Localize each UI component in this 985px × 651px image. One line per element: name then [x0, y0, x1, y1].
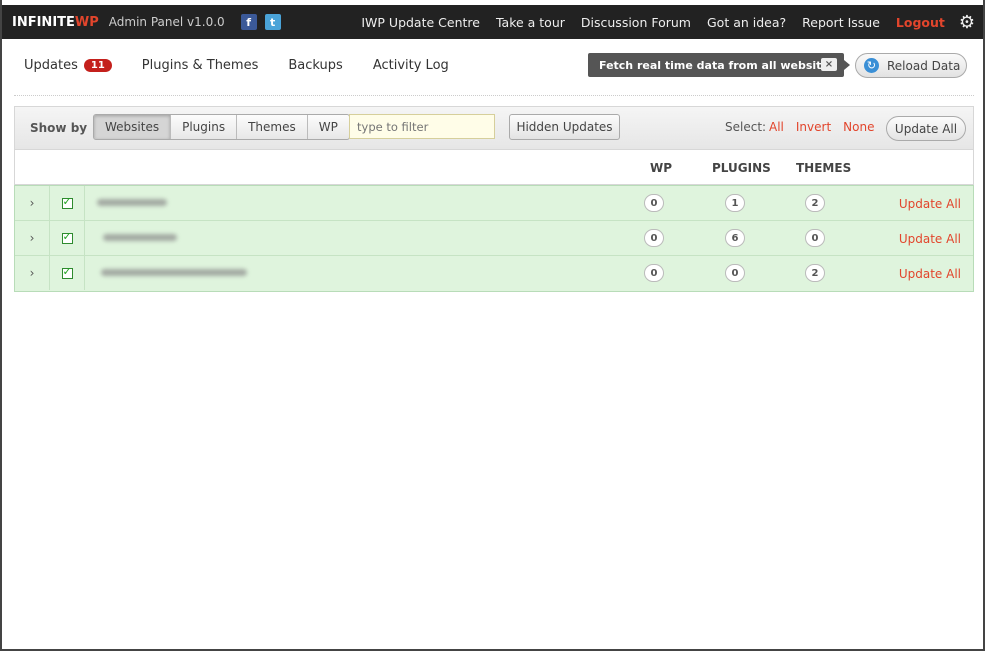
admin-panel-version: Admin Panel v1.0.0 [108, 15, 225, 29]
hidden-updates-button[interactable]: Hidden Updates [509, 114, 620, 140]
divider [14, 95, 974, 96]
tab-updates[interactable]: Updates 11 [24, 58, 112, 73]
show-by-label: Show by [30, 121, 88, 135]
select-label: Select: [725, 120, 767, 134]
logout-link[interactable]: Logout [896, 15, 945, 30]
tab-label: Activity Log [372, 58, 449, 73]
checkbox-checked-icon [61, 265, 73, 279]
checkbox-checked-icon [61, 195, 73, 209]
site-name-redacted [101, 269, 247, 276]
social-links: f t [240, 14, 281, 30]
wp-count[interactable]: 0 [644, 229, 664, 247]
view-wp[interactable]: WP [308, 115, 349, 139]
themes-count[interactable]: 0 [805, 229, 825, 247]
nav-discussion-forum[interactable]: Discussion Forum [581, 15, 691, 30]
wp-count[interactable]: 0 [644, 264, 664, 282]
row-checkbox[interactable] [50, 256, 85, 290]
nav-update-centre[interactable]: IWP Update Centre [361, 15, 480, 30]
tab-activity-log[interactable]: Activity Log [373, 58, 449, 73]
expand-chevron-icon[interactable]: › [15, 256, 50, 290]
view-websites[interactable]: Websites [94, 115, 172, 139]
logo-accent: WP [74, 14, 99, 30]
refresh-icon: ↻ [864, 58, 879, 73]
expand-chevron-icon[interactable]: › [15, 186, 50, 220]
main-tabs: Updates 11 Plugins & Themes Backups Acti… [24, 58, 479, 73]
gear-icon[interactable]: ⚙ [959, 12, 975, 33]
checkbox-checked-icon [61, 230, 73, 244]
column-wp: WP [650, 161, 673, 175]
plugins-count[interactable]: 6 [725, 229, 745, 247]
view-themes[interactable]: Themes [237, 115, 308, 139]
table-row[interactable]: › 0 1 2 Update All [15, 186, 973, 221]
nav-report-issue[interactable]: Report Issue [802, 15, 880, 30]
updates-count-badge: 11 [83, 59, 112, 72]
table-header: WP PLUGINS THEMES [14, 149, 974, 185]
tab-label: Backups [288, 58, 343, 73]
top-nav: IWP Update Centre Take a tour Discussion… [345, 12, 983, 33]
fetch-data-tooltip: Fetch real time data from all websites × [588, 53, 850, 77]
row-update-all-link[interactable]: Update All [899, 267, 961, 281]
updates-table: › 0 1 2 Update All › 0 6 0 Update All › … [14, 185, 974, 292]
select-invert-link[interactable]: Invert [796, 120, 831, 134]
facebook-icon[interactable]: f [240, 14, 257, 30]
row-checkbox[interactable] [50, 221, 85, 255]
table-row[interactable]: › 0 0 2 Update All [15, 256, 973, 291]
tooltip-text: Fetch real time data from all websites [599, 58, 836, 72]
wp-count[interactable]: 0 [644, 194, 664, 212]
column-plugins: PLUGINS [712, 161, 771, 175]
logo[interactable]: INFINITEWP [12, 15, 99, 30]
logo-main: INFINITE [12, 14, 75, 30]
themes-count[interactable]: 2 [805, 264, 825, 282]
view-plugins[interactable]: Plugins [171, 115, 238, 139]
site-name-redacted [103, 234, 177, 241]
select-none-link[interactable]: None [843, 120, 874, 134]
tab-backups[interactable]: Backups [288, 58, 342, 73]
update-all-button[interactable]: Update All [886, 116, 966, 141]
reload-data-button[interactable]: ↻ Reload Data [855, 53, 967, 78]
nav-take-a-tour[interactable]: Take a tour [496, 15, 565, 30]
plugins-count[interactable]: 1 [725, 194, 745, 212]
close-icon[interactable]: × [821, 58, 837, 71]
reload-label: Reload Data [887, 58, 961, 73]
app-frame: INFINITEWP Admin Panel v1.0.0 f t IWP Up… [0, 0, 985, 651]
column-themes: THEMES [796, 161, 852, 175]
row-update-all-link[interactable]: Update All [899, 232, 961, 246]
expand-chevron-icon[interactable]: › [15, 221, 50, 255]
top-bar: INFINITEWP Admin Panel v1.0.0 f t IWP Up… [2, 5, 983, 39]
select-all-link[interactable]: All [769, 120, 784, 134]
row-update-all-link[interactable]: Update All [899, 197, 961, 211]
filter-input[interactable] [349, 114, 495, 139]
tab-plugins-themes[interactable]: Plugins & Themes [142, 58, 259, 73]
view-switcher: Websites Plugins Themes WP [93, 114, 350, 140]
select-links: All Invert None [769, 120, 874, 134]
tab-label: Updates [24, 58, 78, 73]
tab-label: Plugins & Themes [141, 58, 259, 73]
plugins-count[interactable]: 0 [725, 264, 745, 282]
nav-got-an-idea[interactable]: Got an idea? [707, 15, 786, 30]
row-checkbox[interactable] [50, 186, 85, 220]
site-name-redacted [97, 199, 167, 206]
themes-count[interactable]: 2 [805, 194, 825, 212]
twitter-icon[interactable]: t [264, 14, 281, 30]
updates-toolbar: Show by Websites Plugins Themes WP Hidde… [14, 106, 974, 149]
table-row[interactable]: › 0 6 0 Update All [15, 221, 973, 256]
